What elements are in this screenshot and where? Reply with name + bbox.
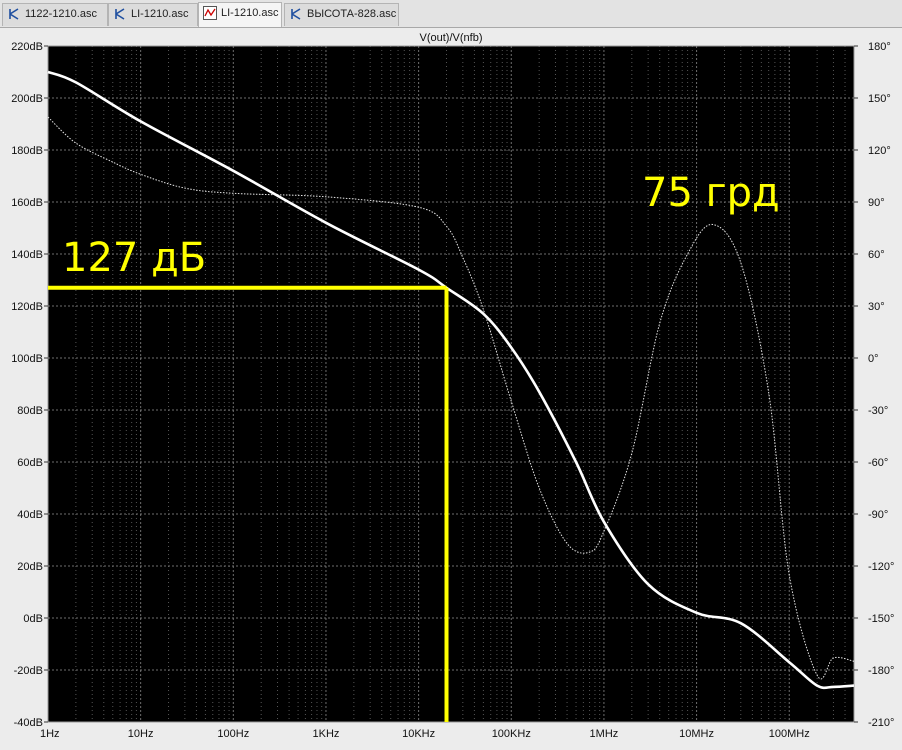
- document-tab-bar: 1122-1210.asc LI-1210.asc LI-1210.asc ВЫСОТ…: [0, 0, 902, 28]
- y-left-tick-label: 120dB: [11, 301, 43, 313]
- y-right-tick-label: -60°: [868, 457, 888, 469]
- y-left-tick-label: 80dB: [17, 405, 43, 417]
- schematic-icon: [113, 7, 127, 21]
- y-right-tick-label: 0°: [868, 353, 879, 365]
- x-tick-label: 1Hz: [40, 728, 60, 740]
- y-right-tick-label: -180°: [868, 665, 894, 677]
- x-tick-label: 100KHz: [492, 728, 531, 740]
- y-right-tick-label: -120°: [868, 561, 894, 573]
- gain-annotation: 127 дБ: [62, 234, 207, 281]
- x-tick-label: 10Hz: [128, 728, 154, 740]
- y-left-tick-label: 200dB: [11, 93, 43, 105]
- tab-label: LI-1210.asc: [221, 7, 279, 19]
- y-right-tick-label: -90°: [868, 509, 888, 521]
- x-tick-label: 1KHz: [313, 728, 340, 740]
- tab-label: LI-1210.asc: [131, 8, 189, 20]
- y-left-tick-label: 100dB: [11, 353, 43, 365]
- x-tick-label: 100Hz: [217, 728, 249, 740]
- y-right-tick-label: 150°: [868, 93, 891, 105]
- y-left-tick-label: 180dB: [11, 145, 43, 157]
- waveform-viewer[interactable]: 220dB 200dB 180dB 160dB 140dB 120dB 100dB 80dB 6…: [0, 28, 902, 750]
- y-right-tick-label: -210°: [868, 717, 894, 729]
- schematic-icon: [289, 7, 303, 21]
- y-right-tick-label: 180°: [868, 41, 891, 53]
- y-right-tick-label: 90°: [868, 197, 885, 209]
- tab-3[interactable]: LI-1210.asc: [198, 2, 282, 27]
- y-left-tick-label: -40dB: [14, 717, 43, 729]
- x-tick-label: 10KHz: [402, 728, 435, 740]
- tab-label: 1122-1210.asc: [25, 8, 97, 20]
- y-right-tick-label: 120°: [868, 145, 891, 157]
- y-left-tick-label: 40dB: [17, 509, 43, 521]
- tab-4[interactable]: ВЫСОТА-828.asc: [284, 3, 399, 26]
- y-left-tick-label: 220dB: [11, 41, 43, 53]
- tab-1[interactable]: 1122-1210.asc: [2, 3, 108, 26]
- schematic-icon: [7, 7, 21, 21]
- x-tick-label: 1MHz: [590, 728, 619, 740]
- bode-plot[interactable]: 220dB 200dB 180dB 160dB 140dB 120dB 100dB 80dB 6…: [0, 28, 902, 750]
- tab-2[interactable]: LI-1210.asc: [108, 3, 198, 26]
- waveform-icon: [203, 6, 217, 20]
- y-left-tick-label: 0dB: [23, 613, 43, 625]
- x-tick-label: 100MHz: [769, 728, 810, 740]
- y-right-tick-label: -150°: [868, 613, 894, 625]
- y-left-tick-label: 60dB: [17, 457, 43, 469]
- tab-label: ВЫСОТА-828.asc: [307, 8, 397, 20]
- y-right-tick-label: 60°: [868, 249, 885, 261]
- chart-title: V(out)/V(nfb): [420, 32, 483, 44]
- phase-annotation: 75 грд: [642, 170, 780, 216]
- y-left-tick-label: -20dB: [14, 665, 43, 677]
- y-left-tick-label: 160dB: [11, 197, 43, 209]
- y-left-tick-label: 20dB: [17, 561, 43, 573]
- x-tick-label: 10MHz: [679, 728, 714, 740]
- y-left-tick-label: 140dB: [11, 249, 43, 261]
- y-right-tick-label: -30°: [868, 405, 888, 417]
- y-right-tick-label: 30°: [868, 301, 885, 313]
